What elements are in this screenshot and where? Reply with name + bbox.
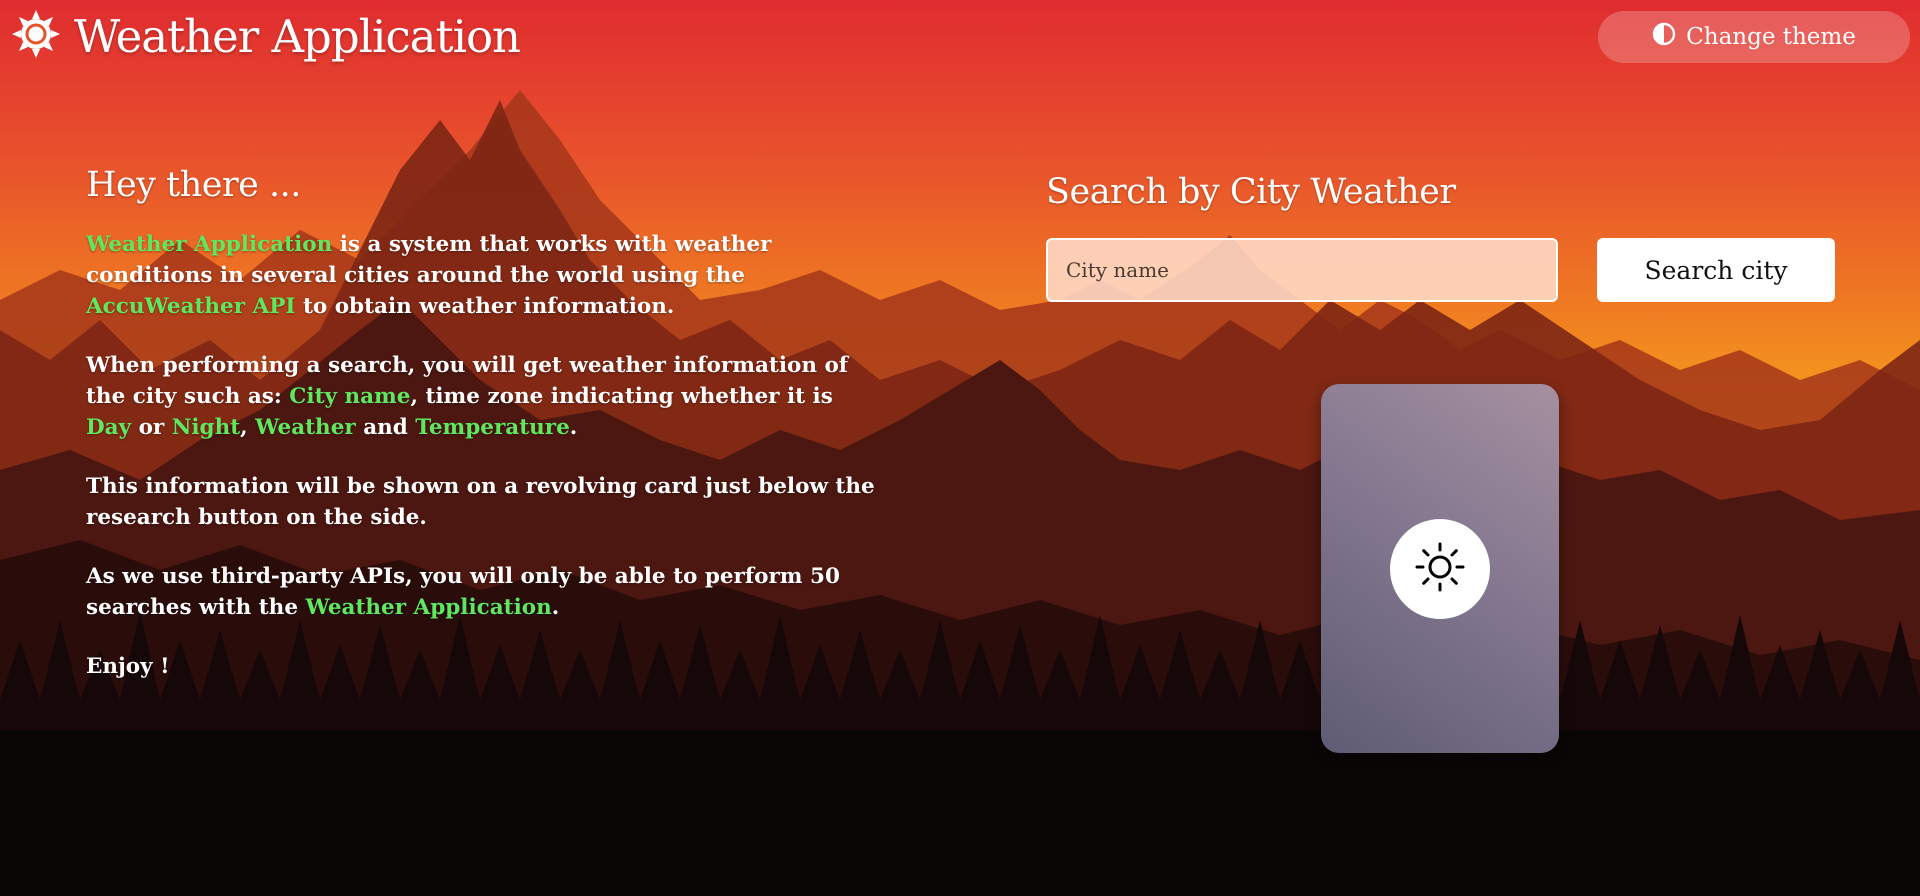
- highlight-day: Day: [86, 415, 132, 440]
- highlight-app-name: Weather Application: [305, 595, 552, 620]
- text: ,: [240, 415, 256, 440]
- sun-gear-icon: [10, 8, 62, 64]
- app-logo[interactable]: Weather Application: [10, 8, 521, 64]
- text: or: [131, 415, 172, 440]
- highlight-night: Night: [171, 415, 241, 440]
- text: , time zone indicating whether it is: [410, 384, 833, 409]
- intro-heading: Hey there ...: [86, 165, 301, 205]
- app-header: Weather Application Change theme: [0, 0, 1920, 80]
- search-city-button[interactable]: Search city: [1597, 238, 1835, 302]
- intro-paragraph-1: Weather Application is a system that wor…: [86, 229, 876, 322]
- highlight-api-name: AccuWeather API: [86, 294, 296, 319]
- intro-section: Hey there ... Weather Application is a s…: [86, 165, 876, 710]
- app-title: Weather Application: [74, 9, 521, 63]
- search-section: Search by City Weather Search city: [1046, 172, 1836, 302]
- intro-paragraph-4: As we use third-party APIs, you will onl…: [86, 561, 876, 623]
- text: and: [355, 415, 416, 440]
- highlight-app-name: Weather Application: [86, 232, 333, 257]
- highlight-temperature: Temperature: [415, 415, 570, 440]
- text: to obtain weather information.: [295, 294, 675, 319]
- text: .: [551, 595, 560, 620]
- highlight-city-name: City name: [289, 384, 411, 409]
- change-theme-button[interactable]: Change theme: [1598, 11, 1910, 63]
- intro-paragraph-5: Enjoy !: [86, 654, 170, 679]
- city-name-input[interactable]: [1046, 238, 1558, 302]
- change-theme-label: Change theme: [1686, 24, 1856, 50]
- search-heading: Search by City Weather: [1046, 172, 1456, 212]
- highlight-weather: Weather: [255, 415, 356, 440]
- sun-icon: [1414, 541, 1466, 597]
- weather-card[interactable]: [1321, 384, 1559, 753]
- intro-paragraph-3: This information will be shown on a revo…: [86, 474, 875, 530]
- text: .: [569, 415, 578, 440]
- half-circle-contrast-icon: [1652, 22, 1676, 52]
- card-icon-circle: [1390, 518, 1490, 619]
- intro-paragraph-2: When performing a search, you will get w…: [86, 350, 876, 443]
